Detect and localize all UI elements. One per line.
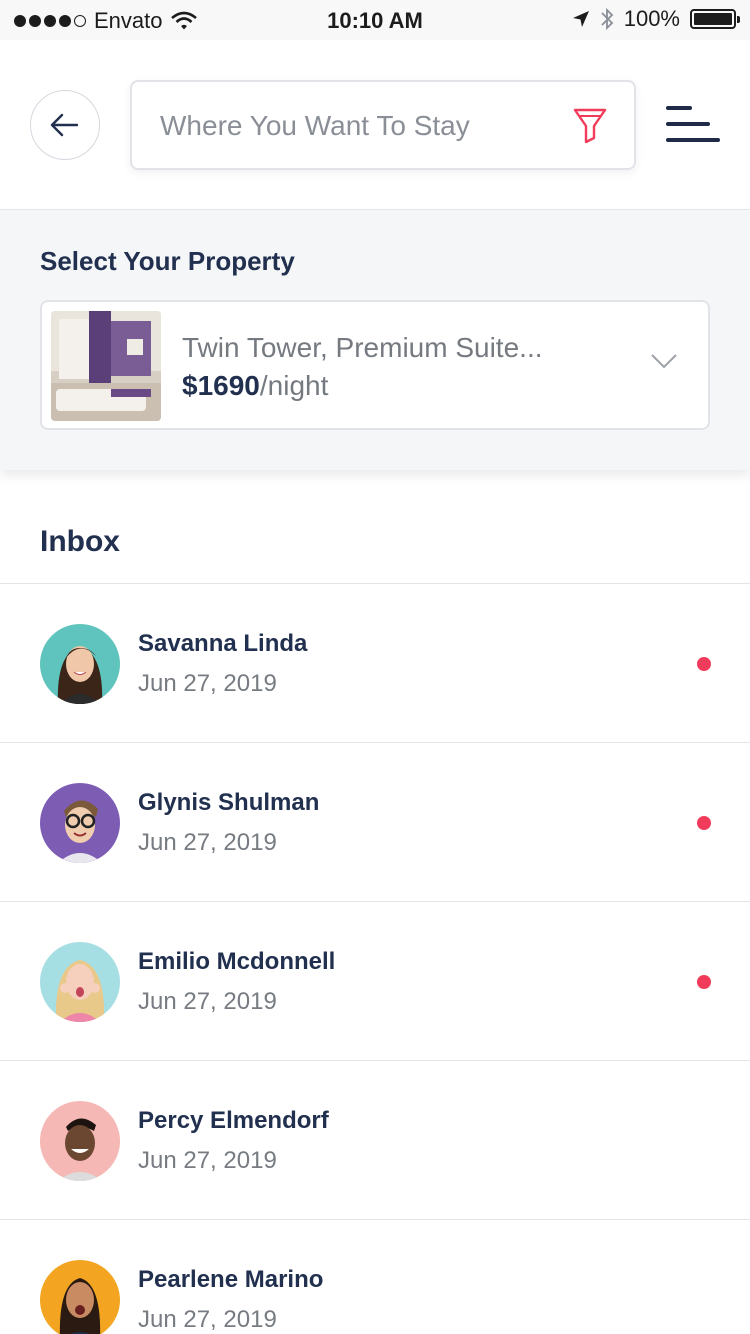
- message-date: Jun 27, 2019: [138, 988, 277, 1015]
- inbox-item[interactable]: Emilio Mcdonnell Jun 27, 2019: [0, 902, 750, 1061]
- unread-indicator: [697, 816, 711, 830]
- avatar: [40, 942, 120, 1022]
- back-button[interactable]: [30, 90, 100, 160]
- battery-percentage: 100%: [623, 6, 680, 31]
- unread-indicator: [697, 657, 711, 671]
- message-date: Jun 27, 2019: [138, 1306, 277, 1333]
- inbox-title: Inbox: [40, 525, 120, 558]
- avatar: [40, 783, 120, 863]
- search-input[interactable]: [160, 104, 560, 148]
- property-thumbnail: [51, 311, 161, 421]
- contact-name: Pearlene Marino: [138, 1266, 324, 1293]
- battery-icon: [690, 9, 740, 29]
- menu-line-icon: [666, 106, 692, 110]
- message-date: Jun 27, 2019: [138, 670, 277, 697]
- property-name: Twin Tower, Premium Suite...: [182, 332, 543, 363]
- contact-name: Percy Elmendorf: [138, 1107, 329, 1134]
- search-bar: [130, 80, 636, 170]
- filter-icon[interactable]: [572, 106, 608, 146]
- contact-name: Glynis Shulman: [138, 789, 320, 816]
- property-section-title: Select Your Property: [40, 246, 295, 276]
- menu-line-icon: [666, 138, 720, 142]
- status-right: 100%: [572, 6, 740, 32]
- property-dropdown[interactable]: Twin Tower, Premium Suite... $1690/night: [40, 300, 710, 430]
- property-price: $1690/night: [182, 370, 328, 402]
- avatar: [40, 624, 120, 704]
- price-unit: /night: [259, 370, 329, 401]
- contact-name: Savanna Linda: [138, 630, 308, 657]
- message-date: Jun 27, 2019: [138, 829, 277, 856]
- location-arrow-icon: [572, 11, 589, 27]
- hamburger-menu-button[interactable]: [664, 104, 722, 144]
- contact-name: Emilio Mcdonnell: [138, 948, 336, 975]
- unread-indicator: [697, 975, 711, 989]
- menu-line-icon: [666, 122, 710, 126]
- chevron-down-icon: [651, 354, 677, 369]
- bluetooth-icon: [601, 7, 613, 31]
- status-bar: Envato 10:10 AM 100%: [0, 0, 750, 40]
- inbox-list: Savanna Linda Jun 27, 2019 Glynis Shulma…: [0, 583, 750, 1334]
- message-date: Jun 27, 2019: [138, 1147, 277, 1174]
- avatar: [40, 1260, 120, 1334]
- inbox-item[interactable]: Percy Elmendorf Jun 27, 2019: [0, 1061, 750, 1220]
- inbox-item[interactable]: Glynis Shulman Jun 27, 2019: [0, 743, 750, 902]
- top-header: [0, 40, 750, 210]
- price-amount: $1690: [182, 370, 260, 401]
- arrow-left-icon: [50, 113, 79, 137]
- avatar: [40, 1101, 120, 1181]
- inbox-item[interactable]: Pearlene Marino Jun 27, 2019: [0, 1220, 750, 1334]
- property-section: Select Your Property Twin Tower, Premium…: [0, 210, 750, 470]
- inbox-item[interactable]: Savanna Linda Jun 27, 2019: [0, 584, 750, 743]
